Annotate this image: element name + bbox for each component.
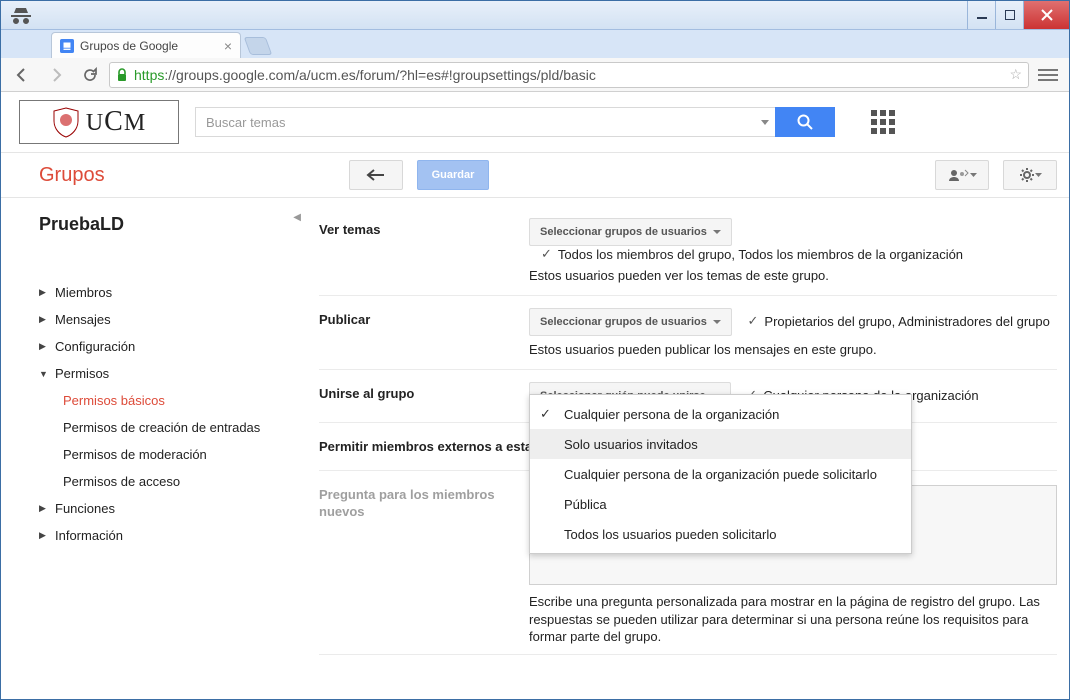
check-icon: ✓ [540, 406, 551, 422]
dropdown-item-label: Cualquier persona de la organización pue… [564, 467, 877, 482]
search-placeholder: Buscar temas [206, 115, 285, 130]
sidebar-item-label: Miembros [55, 285, 112, 300]
incognito-icon [9, 3, 33, 27]
browser-tab[interactable]: Grupos de Google × [51, 32, 241, 58]
setting-label: Unirse al grupo [319, 382, 529, 401]
selected-value-text: ✓Todos los miembros del grupo, Todos los… [541, 246, 963, 262]
sidebar-item-mensajes[interactable]: ▶Mensajes [39, 306, 291, 333]
setting-row-publicar: Publicar Seleccionar grupos de usuarios … [319, 296, 1057, 370]
setting-row-ver-temas: Ver temas Seleccionar grupos de usuarios… [319, 212, 1057, 296]
sidebar-item-configuracion[interactable]: ▶Configuración [39, 333, 291, 360]
setting-label: Pregunta para los miembros nuevos [319, 485, 529, 585]
ucm-shield-icon [52, 106, 80, 138]
sidebar-item-label: Información [55, 528, 123, 543]
dropdown-item-label: Cualquier persona de la organización [564, 407, 779, 422]
dropdown-item-label: Solo usuarios invitados [564, 437, 698, 452]
favicon-icon [60, 39, 74, 53]
setting-help-text: Estos usuarios pueden ver los temas de e… [529, 268, 1057, 283]
lock-icon [116, 68, 128, 82]
dropdown-item-label: Pública [564, 497, 607, 512]
setting-label: Publicar [319, 308, 529, 327]
dropdown-item-label: Todos los usuarios pueden solicitarlo [564, 527, 776, 542]
sidebar-item-permisos-moderacion[interactable]: Permisos de moderación [63, 441, 291, 468]
url-path: ://groups.google.com/a/ucm.es/forum/?hl=… [164, 67, 596, 83]
browser-toolbar: https://groups.google.com/a/ucm.es/forum… [1, 58, 1069, 92]
selected-value-text: ✓Propietarios del grupo, Administradores… [748, 313, 1050, 329]
sidebar-item-label: Mensajes [55, 312, 111, 327]
select-label: Seleccionar grupos de usuarios [540, 226, 707, 238]
caret-down-icon [713, 320, 721, 328]
group-name-title: PruebaLD [39, 214, 291, 235]
url-protocol: https [134, 67, 164, 83]
search-input[interactable]: Buscar temas [195, 107, 775, 137]
check-icon: ✓ [541, 246, 552, 262]
sidebar-item-label: Permisos [55, 366, 109, 381]
sidebar-item-label: Funciones [55, 501, 115, 516]
dropdown-item[interactable]: Cualquier persona de la organización pue… [530, 459, 911, 489]
bookmark-star-icon[interactable]: ☆ [1009, 66, 1022, 83]
sidebar-item-informacion[interactable]: ▶Información [39, 522, 291, 549]
sidebar-item-label: Permisos de acceso [63, 474, 180, 489]
account-area[interactable] [921, 108, 1051, 136]
sidebar-item-permisos[interactable]: ▼Permisos [39, 360, 291, 387]
select-user-groups-button[interactable]: Seleccionar grupos de usuarios [529, 218, 732, 246]
apps-grid-button[interactable] [871, 110, 895, 134]
app-header: UCM Buscar temas [1, 92, 1069, 152]
join-dropdown-menu: ✓ Cualquier persona de la organización So… [529, 394, 912, 554]
browser-menu-button[interactable] [1033, 61, 1063, 89]
sidebar-item-label: Permisos básicos [63, 393, 165, 408]
app-title: Grupos [39, 164, 105, 187]
sidebar-item-permisos-acceso[interactable]: Permisos de acceso [63, 468, 291, 495]
nav-back-button[interactable] [7, 61, 37, 89]
dropdown-item[interactable]: Solo usuarios invitados [530, 429, 911, 459]
ucm-logo-text: UCM [86, 106, 146, 138]
select-user-groups-button[interactable]: Seleccionar grupos de usuarios [529, 308, 732, 336]
ucm-logo[interactable]: UCM [19, 100, 179, 144]
window-maximize-button[interactable] [995, 1, 1023, 29]
select-label: Seleccionar grupos de usuarios [540, 316, 707, 328]
gear-icon [1019, 167, 1035, 183]
browser-tab-strip: Grupos de Google × [1, 30, 1069, 58]
members-menu-button[interactable] [935, 160, 989, 190]
nav-forward-button[interactable] [41, 61, 71, 89]
search-button[interactable] [775, 107, 835, 137]
window-close-button[interactable] [1023, 1, 1069, 29]
sidebar-item-label: Permisos de creación de entradas [63, 420, 260, 435]
check-icon: ✓ [748, 313, 759, 329]
tab-title: Grupos de Google [80, 39, 178, 53]
new-tab-button[interactable] [244, 37, 273, 55]
settings-panel: Ver temas Seleccionar grupos de usuarios… [301, 198, 1069, 699]
sidebar-item-funciones[interactable]: ▶Funciones [39, 495, 291, 522]
window-minimize-button[interactable] [967, 1, 995, 29]
action-bar: Grupos Guardar [1, 152, 1069, 198]
settings-menu-button[interactable] [1003, 160, 1057, 190]
search-dropdown-caret-icon[interactable] [761, 120, 769, 126]
caret-down-icon [713, 230, 721, 238]
setting-help-text: Estos usuarios pueden publicar los mensa… [529, 342, 1057, 357]
sidebar: ◀ PruebaLD ▶Miembros ▶Mensajes ▶Configur… [1, 198, 301, 699]
sidebar-item-miembros[interactable]: ▶Miembros [39, 279, 291, 306]
tab-close-button[interactable]: × [224, 38, 232, 54]
question-help-text: Escribe una pregunta personalizada para … [529, 593, 1057, 646]
back-button[interactable] [349, 160, 403, 190]
sidebar-item-permisos-basicos[interactable]: Permisos básicos [63, 387, 291, 414]
setting-label: Ver temas [319, 218, 529, 237]
address-bar[interactable]: https://groups.google.com/a/ucm.es/forum… [109, 62, 1029, 88]
dropdown-item[interactable]: ✓ Cualquier persona de la organización [530, 399, 911, 429]
sidebar-item-permisos-creacion[interactable]: Permisos de creación de entradas [63, 414, 291, 441]
search-icon [797, 114, 813, 130]
dropdown-item[interactable]: Pública [530, 489, 911, 519]
sidebar-collapse-button[interactable]: ◀ [293, 212, 301, 223]
window-titlebar [1, 1, 1069, 30]
sidebar-item-label: Permisos de moderación [63, 447, 207, 462]
nav-reload-button[interactable] [75, 61, 105, 89]
save-button[interactable]: Guardar [417, 160, 490, 190]
dropdown-item[interactable]: Todos los usuarios pueden solicitarlo [530, 519, 911, 549]
sidebar-item-label: Configuración [55, 339, 135, 354]
